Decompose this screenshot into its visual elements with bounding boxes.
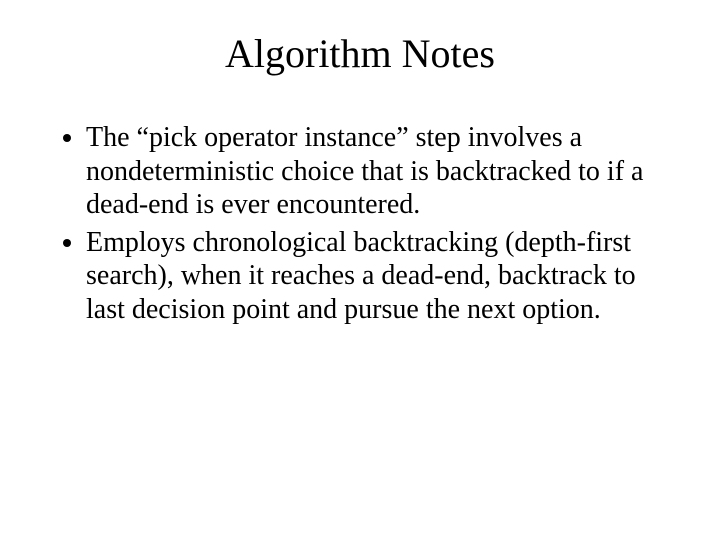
slide: Algorithm Notes The “pick operator insta… <box>0 0 720 540</box>
slide-title: Algorithm Notes <box>50 30 670 77</box>
bullet-item: The “pick operator instance” step involv… <box>86 121 670 222</box>
bullet-item: Employs chronological backtracking (dept… <box>86 226 670 327</box>
bullet-list: The “pick operator instance” step involv… <box>50 121 670 327</box>
